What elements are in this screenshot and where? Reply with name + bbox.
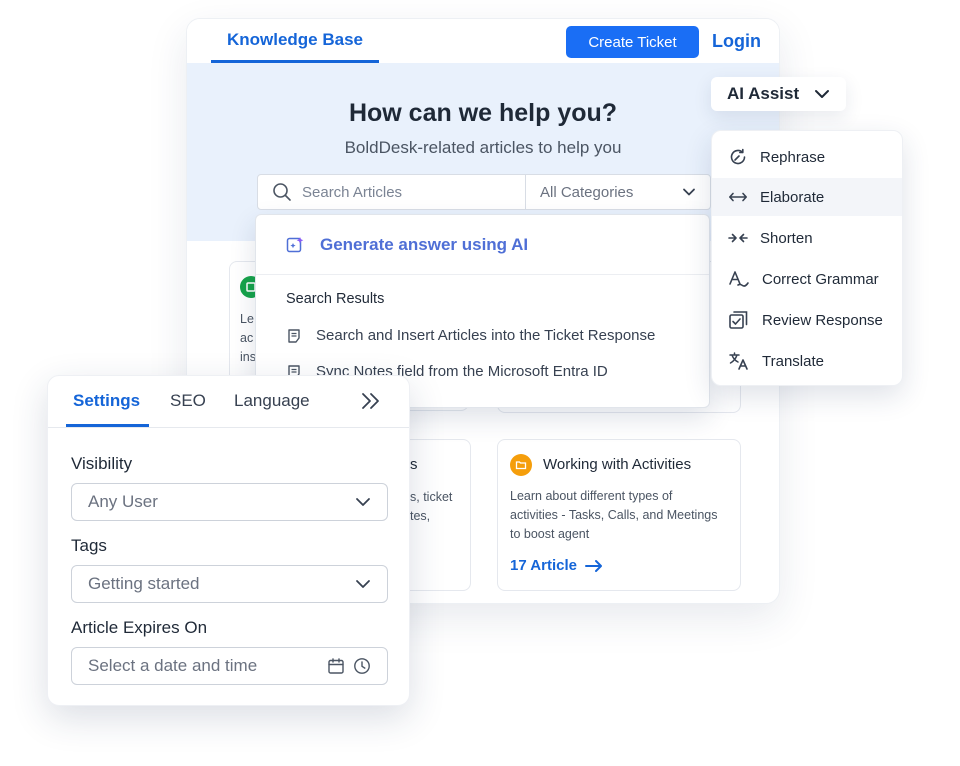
settings-panel: Settings SEO Language Visibility Any Use…: [47, 375, 410, 706]
search-input[interactable]: Search Articles: [258, 175, 526, 209]
menu-item-shorten[interactable]: Shorten: [712, 219, 902, 257]
chevron-down-icon: [815, 90, 829, 98]
tab-language[interactable]: Language: [234, 391, 310, 411]
menu-item-label: Review Response: [762, 311, 883, 329]
search-bar: Search Articles All Categories: [257, 174, 711, 210]
visibility-label: Visibility: [71, 454, 133, 473]
active-tab-indicator: [66, 424, 149, 427]
menu-item-label: Correct Grammar: [762, 270, 879, 288]
search-result-item[interactable]: Search and Insert Articles into the Tick…: [286, 327, 655, 344]
article-count-label: 17 Article: [510, 557, 577, 574]
menu-item-rephrase[interactable]: Rephrase: [712, 138, 902, 176]
card-desc-partial: Le ac ins: [240, 312, 256, 364]
settings-tabs: Settings SEO Language: [48, 376, 409, 428]
tab-settings[interactable]: Settings: [73, 391, 140, 411]
tags-label: Tags: [71, 536, 107, 555]
login-link[interactable]: Login: [712, 31, 761, 52]
chevron-down-icon: [356, 580, 370, 588]
category-select[interactable]: All Categories: [526, 175, 710, 209]
visibility-value: Any User: [88, 492, 158, 511]
menu-item-label: Elaborate: [760, 188, 825, 206]
hero-subtitle: BoldDesk-related articles to help you: [344, 138, 622, 157]
expires-placeholder: Select a date and time: [88, 656, 258, 675]
menu-item-correct-grammar[interactable]: Correct Grammar: [712, 260, 902, 298]
shrink-arrows-icon: [728, 233, 748, 243]
folder-icon: [510, 454, 532, 476]
double-chevron-right-icon: [362, 393, 379, 409]
ai-assist-button[interactable]: AI Assist: [711, 77, 846, 111]
generate-answer-label: Generate answer using AI: [320, 234, 529, 254]
calendar-icon[interactable]: [327, 657, 345, 675]
search-icon: [273, 183, 291, 201]
ai-assist-menu: Rephrase Elaborate Shorten Correct Gramm…: [711, 130, 903, 386]
menu-item-label: Shorten: [760, 229, 813, 247]
ai-assist-label: AI Assist: [727, 84, 800, 103]
menu-item-elaborate[interactable]: Elaborate: [712, 178, 902, 216]
grammar-icon: [729, 271, 749, 287]
article-count-link[interactable]: 17 Article: [510, 557, 603, 574]
card-title-partial: s: [410, 456, 418, 473]
card-title: Working with Activities: [543, 456, 692, 473]
tab-knowledge-base[interactable]: Knowledge Base: [211, 19, 379, 63]
menu-item-label: Translate: [762, 352, 824, 370]
rephrase-icon: [730, 148, 746, 165]
clock-icon[interactable]: [353, 657, 371, 675]
menu-item-translate[interactable]: Translate: [712, 342, 902, 380]
expand-arrows-icon: [729, 192, 747, 202]
chevron-down-icon: [683, 188, 695, 196]
search-placeholder: Search Articles: [302, 183, 403, 201]
visibility-select[interactable]: Any User: [71, 483, 388, 521]
kb-header: Knowledge Base Create Ticket Login: [187, 19, 779, 63]
more-tabs-button[interactable]: [359, 391, 383, 416]
article-icon: [288, 328, 300, 343]
menu-item-review-response[interactable]: Review Response: [712, 301, 902, 339]
chevron-down-icon: [356, 498, 370, 506]
arrow-right-icon: [584, 559, 602, 572]
search-results-title: Search Results: [286, 291, 385, 307]
article-card-activities[interactable]: Working with Activities Learn about diff…: [497, 439, 741, 591]
card-description: Learn about different types of activitie…: [510, 489, 718, 541]
tags-select[interactable]: Getting started: [71, 565, 388, 603]
expires-label: Article Expires On: [71, 618, 208, 637]
search-result-label: Search and Insert Articles into the Tick…: [316, 327, 656, 344]
menu-item-label: Rephrase: [760, 148, 826, 166]
generate-answer-ai[interactable]: Generate answer using AI: [256, 215, 709, 275]
expires-datetime-input[interactable]: Select a date and time: [71, 647, 388, 685]
ai-sparkle-icon: [286, 236, 304, 252]
review-check-icon: [729, 311, 748, 329]
tags-value: Getting started: [88, 574, 200, 593]
create-ticket-button[interactable]: Create Ticket: [566, 26, 699, 58]
hero-title: How can we help you?: [348, 99, 618, 127]
category-value: All Categories: [540, 183, 634, 201]
card-desc-partial: s, ticket tes,: [410, 490, 453, 523]
translate-icon: [729, 352, 748, 370]
tab-seo[interactable]: SEO: [170, 391, 206, 411]
